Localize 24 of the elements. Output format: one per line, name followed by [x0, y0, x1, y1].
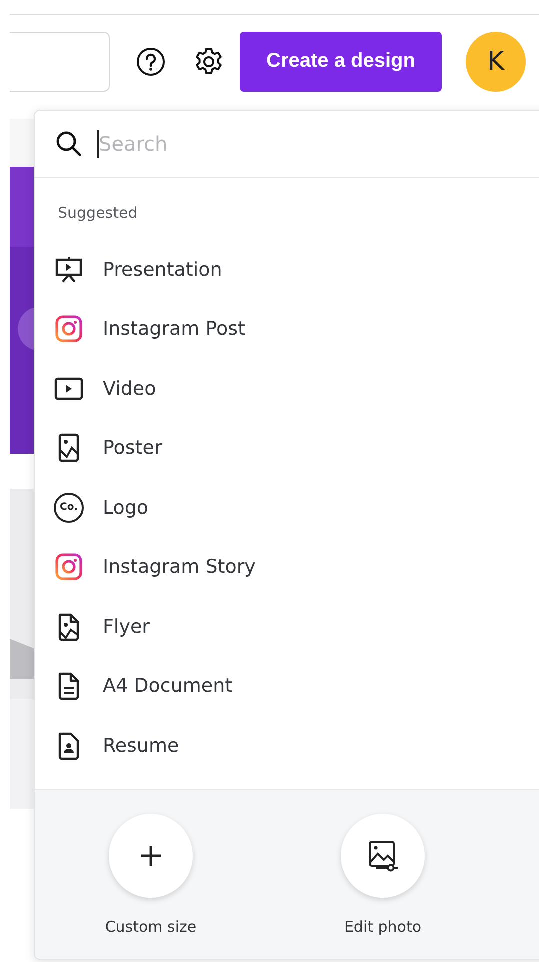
menu-item[interactable]: Poster	[35, 418, 539, 478]
search-field[interactable]	[10, 32, 110, 92]
action-label: Edit photo	[344, 918, 422, 936]
logo-icon: Co.	[54, 492, 84, 523]
menu-item[interactable]: Instagram Post	[35, 300, 539, 359]
user-avatar[interactable]: K	[466, 32, 526, 92]
menu-item[interactable]: Flyer	[35, 597, 539, 656]
action-label: Custom size	[105, 918, 197, 936]
menu-item[interactable]: Video	[35, 359, 539, 418]
plus-icon	[139, 844, 163, 868]
menu-item[interactable]: Presentation	[35, 240, 539, 300]
menu-item[interactable]: Instagram Story	[35, 538, 539, 597]
create-design-button[interactable]: Create a design	[240, 32, 442, 92]
help-icon[interactable]	[136, 46, 166, 76]
menu-item[interactable]: A4 Document	[35, 656, 539, 716]
section-heading: Suggested	[58, 204, 139, 224]
menu-item[interactable]: Resume	[35, 716, 539, 776]
instagram-icon	[54, 552, 84, 582]
search-icon	[55, 130, 83, 158]
settings-icon[interactable]	[193, 46, 225, 78]
presentation-icon	[54, 254, 84, 285]
menu-item[interactable]: Co. Logo	[35, 478, 539, 538]
image-slider-icon	[366, 839, 400, 873]
instagram-icon	[54, 314, 84, 344]
